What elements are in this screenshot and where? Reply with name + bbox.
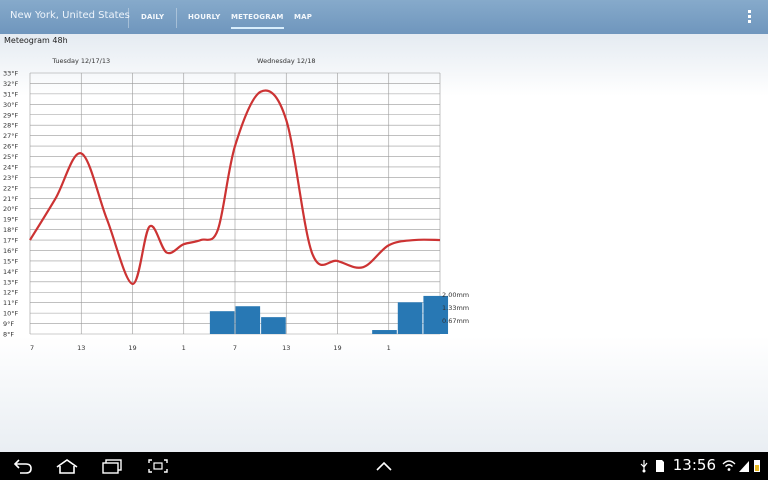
y-tick-label: 13°F [3,278,19,286]
y-tick-label: 14°F [3,268,19,276]
back-icon[interactable] [12,458,34,474]
y-tick-label: 31°F [3,90,19,98]
tab-daily[interactable]: DAILY [141,13,164,21]
y-tick-label: 11°F [3,299,19,307]
day-label: Tuesday 12/17/13 [51,57,110,65]
y-tick-label: 8°F [3,331,14,339]
y-tick-label: 30°F [3,101,19,109]
y-tick-label: 22°F [3,184,19,192]
y-tick-label: 15°F [3,257,19,265]
y-tick-label: 10°F [3,310,19,318]
location-title[interactable]: New York, United States [10,10,130,21]
y-tick-label: 26°F [3,143,19,151]
y-tick-label: 24°F [3,163,19,171]
tab-hourly[interactable]: HOURLY [188,13,221,21]
meteogram-title: Meteogram 48h [4,36,68,45]
meteogram-chart: 33°F 32°F 31°F 30°F 29°F 28°F 27°F 26°F 25°F 24°F… [3,57,469,352]
y-tick-label: 12°F [3,289,19,297]
y-tick-label: 20°F [3,205,19,213]
battery-icon [754,460,760,472]
sd-card-icon [656,460,664,472]
x-tick-label: 1 [182,344,186,352]
y-tick-label: 23°F [3,174,19,182]
precip-bar [423,295,449,334]
y-tick-label: 28°F [3,122,19,130]
x-tick-label: 13 [77,344,85,352]
precip-bar [209,311,235,334]
day-label: Wednesday 12/18 [257,57,315,65]
chevron-up-icon[interactable] [374,458,394,474]
precip-bars [209,295,449,334]
precip-bar [235,306,261,334]
x-tick-label: 1 [387,344,391,352]
y-tick-label: 19°F [3,216,19,224]
clock: 13:56 [672,456,716,474]
overflow-menu-icon[interactable] [748,10,752,24]
tab-meteogram[interactable]: METEOGRAM [231,13,284,29]
tab-divider [176,8,177,28]
x-tick-label: 7 [233,344,237,352]
y-tick-label: 17°F [3,237,19,245]
precip-bar [261,317,286,334]
y-tick-label: 33°F [3,70,19,78]
precip-bar [372,330,397,334]
screenshot-icon[interactable] [147,458,169,474]
tab-divider [128,8,129,28]
x-tick-label: 19 [128,344,136,352]
x-tick-label: 13 [282,344,290,352]
signal-icon [739,461,749,472]
y-tick-label: 25°F [3,153,19,161]
x-tick-label: 7 [30,344,34,352]
wifi-icon [722,460,736,471]
y-tick-label: 27°F [3,132,19,140]
home-icon[interactable] [55,458,79,474]
usb-icon [640,460,648,473]
precip-axis-label: 2.00mm [442,291,469,299]
recent-apps-icon[interactable] [101,458,123,474]
y-tick-label: 32°F [3,80,19,88]
x-tick-label: 19 [333,344,341,352]
y-axis-labels: 33°F 32°F 31°F 30°F 29°F 28°F 27°F 26°F 25°F 24°F… [3,70,19,339]
precip-axis-labels: 2.00mm 1.33mm 0.67mm [442,291,469,325]
y-tick-label: 29°F [3,111,19,119]
precip-bar [397,302,423,334]
y-tick-label: 21°F [3,195,19,203]
precip-axis-label: 0.67mm [442,317,469,325]
y-tick-label: 16°F [3,247,19,255]
tab-map[interactable]: MAP [294,13,312,21]
y-tick-label: 18°F [3,226,19,234]
action-bar: New York, United States DAILY HOURLY MET… [0,0,768,34]
x-axis-labels: 7 13 19 1 7 13 19 1 [30,344,391,352]
y-tick-label: 9°F [3,320,14,328]
system-nav-bar: 13:56 [0,452,768,480]
day-labels: Tuesday 12/17/13 Wednesday 12/18 [51,57,315,65]
chart-grid [29,72,441,335]
precip-axis-label: 1.33mm [442,304,469,312]
